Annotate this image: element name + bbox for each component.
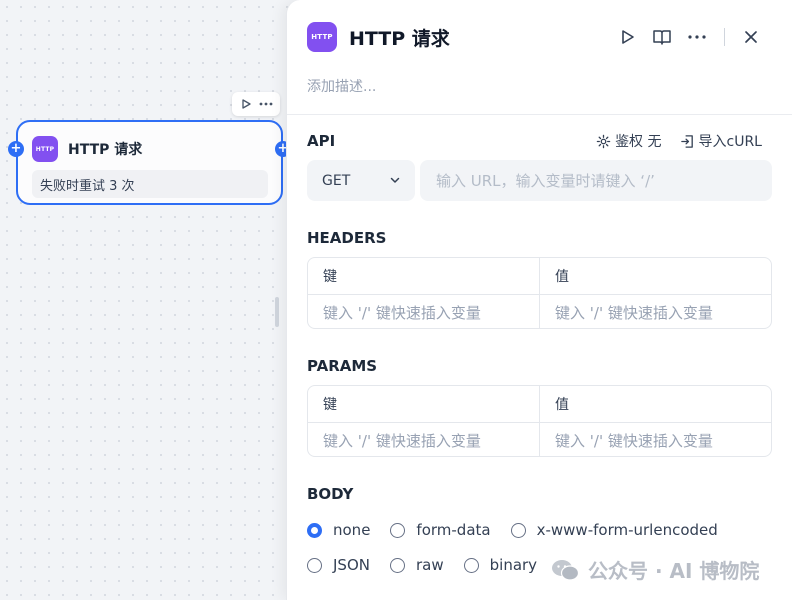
node-title: HTTP 请求 — [68, 142, 143, 158]
auth-label: 鉴权 无 — [615, 134, 662, 150]
watermark-text: 公众号 · AI 博物院 — [588, 559, 760, 583]
radio-icon — [390, 522, 406, 538]
import-icon — [680, 134, 693, 148]
play-icon — [622, 30, 634, 44]
wechat-icon — [552, 559, 580, 581]
description-input[interactable]: 添加描述... — [307, 76, 376, 96]
table-header-row: 键 值 — [308, 258, 771, 294]
watermark: 公众号 · AI 博物院 — [546, 553, 764, 586]
http-badge-icon: HTTP — [32, 136, 58, 162]
table-row: 键入 '/' 键快速插入变量 键入 '/' 键快速插入变量 — [308, 294, 771, 328]
value-column-header: 值 — [539, 386, 771, 422]
body-radio-raw[interactable]: raw — [389, 556, 444, 574]
divider — [287, 114, 792, 115]
auth-button[interactable]: 鉴权 无 — [596, 131, 662, 151]
close-button[interactable] — [738, 24, 764, 50]
more-icon[interactable] — [257, 95, 275, 113]
help-doc-button[interactable] — [649, 24, 675, 50]
radio-icon — [389, 557, 405, 573]
import-label: 导入cURL — [698, 134, 762, 150]
header-key-input[interactable]: 键入 '/' 键快速插入变量 — [308, 295, 539, 328]
http-request-node[interactable]: + + HTTP HTTP 请求 失败时重试 3 次 — [8, 120, 291, 205]
key-column-header: 键 — [323, 397, 337, 413]
input-handle[interactable]: + — [8, 141, 24, 157]
param-key-input[interactable]: 键入 '/' 键快速插入变量 — [308, 423, 539, 456]
chevron-down-icon — [390, 177, 400, 183]
book-icon — [653, 30, 671, 45]
params-table: 键 值 键入 '/' 键快速插入变量 键入 '/' 键快速插入变量 — [307, 385, 772, 457]
http-badge-icon: HTTP — [307, 22, 337, 52]
value-column-header: 值 — [539, 258, 771, 294]
body-radio-form-data[interactable]: form-data — [390, 521, 491, 539]
method-value: GET — [322, 172, 351, 189]
headers-table: 键 值 键入 '/' 键快速插入变量 键入 '/' 键快速插入变量 — [307, 257, 772, 329]
body-radio-x-www-form-urlencoded[interactable]: x-www-form-urlencoded — [510, 521, 718, 539]
radio-icon — [307, 557, 322, 573]
node-toolbar — [232, 92, 280, 116]
body-section-title: BODY — [307, 485, 354, 503]
body-type-radio-group: none form-data x-www-form-urlencoded — [307, 521, 738, 539]
params-section-title: PARAMS — [307, 357, 378, 375]
import-curl-button[interactable]: 导入cURL — [680, 131, 762, 151]
table-header-row: 键 值 — [308, 386, 771, 422]
radio-checked-icon — [307, 522, 322, 538]
header-value-input[interactable]: 键入 '/' 键快速插入变量 — [539, 295, 771, 328]
api-section-title: API — [307, 132, 336, 150]
body-radio-binary[interactable]: binary — [463, 556, 537, 574]
panel-resize-handle[interactable] — [275, 297, 279, 327]
table-row: 键入 '/' 键快速插入变量 键入 '/' 键快速插入变量 — [308, 422, 771, 456]
url-input[interactable] — [420, 160, 772, 201]
key-column-header: 键 — [323, 269, 337, 285]
node-settings-panel: HTTP HTTP 请求 添加描述... API 鉴权 无 导入cURL GET — [286, 0, 792, 600]
radio-icon — [463, 557, 479, 573]
gear-icon — [596, 134, 611, 148]
more-button[interactable] — [684, 24, 710, 50]
radio-icon — [510, 522, 526, 538]
body-type-radio-group: JSON raw binary — [307, 556, 557, 574]
body-radio-json[interactable]: JSON — [307, 556, 370, 574]
play-icon[interactable] — [237, 95, 255, 113]
body-radio-none[interactable]: none — [307, 521, 370, 539]
panel-title[interactable]: HTTP 请求 — [349, 24, 450, 51]
close-icon — [745, 31, 757, 43]
headers-section-title: HEADERS — [307, 229, 387, 247]
divider — [724, 28, 725, 46]
retry-info: 失败时重试 3 次 — [32, 170, 268, 198]
method-select[interactable]: GET — [307, 160, 415, 201]
run-button[interactable] — [614, 24, 640, 50]
more-icon — [688, 35, 706, 39]
param-value-input[interactable]: 键入 '/' 键快速插入变量 — [539, 423, 771, 456]
